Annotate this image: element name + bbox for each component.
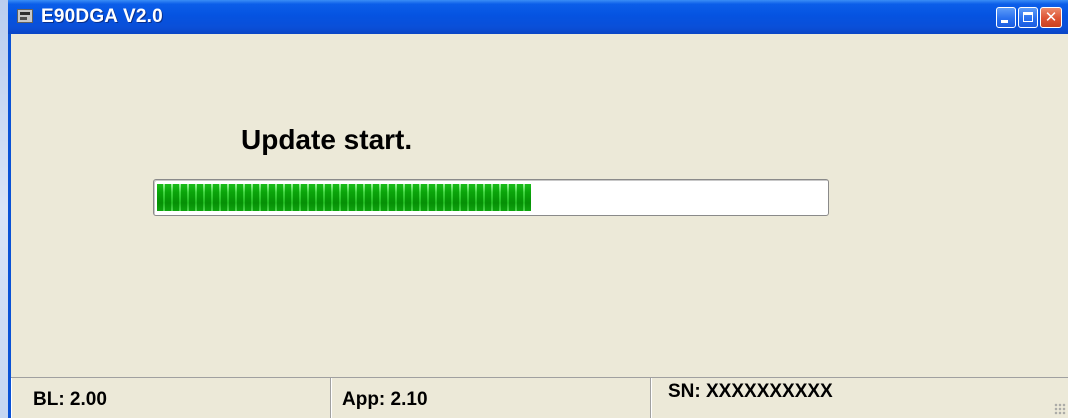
statusbar-cell-app: App: 2.10: [331, 378, 651, 418]
app-version: App: 2.10: [342, 389, 428, 410]
statusbar-cell-sn: SN: XXXXXXXXXX: [651, 378, 1068, 418]
serial-number: SN: XXXXXXXXXX: [668, 381, 833, 402]
app-window: E90DGA V2.0 ✕ Update start. BL: 2.00 App…: [8, 0, 1068, 418]
maximize-button[interactable]: [1018, 7, 1038, 28]
window-title: E90DGA V2.0: [41, 6, 163, 27]
close-icon: ✕: [1044, 8, 1058, 26]
progress-fill: [157, 184, 531, 211]
minimize-button[interactable]: [996, 7, 1016, 28]
maximize-icon: [1023, 12, 1033, 22]
update-progress-bar: [153, 179, 829, 216]
app-icon[interactable]: [17, 9, 33, 23]
close-button[interactable]: ✕: [1040, 7, 1062, 28]
resize-grip-icon[interactable]: [1054, 403, 1066, 415]
status-bar: BL: 2.00 App: 2.10 SN: XXXXXXXXXX: [11, 377, 1068, 418]
update-status-text: Update start.: [241, 124, 413, 155]
minimize-icon: [1001, 20, 1008, 23]
bootloader-version: BL: 2.00: [33, 389, 107, 410]
title-bar[interactable]: E90DGA V2.0 ✕: [8, 0, 1068, 34]
window-client-area: Update start. BL: 2.00 App: 2.10 SN: XXX…: [11, 34, 1068, 418]
statusbar-cell-bl: BL: 2.00: [11, 378, 331, 418]
